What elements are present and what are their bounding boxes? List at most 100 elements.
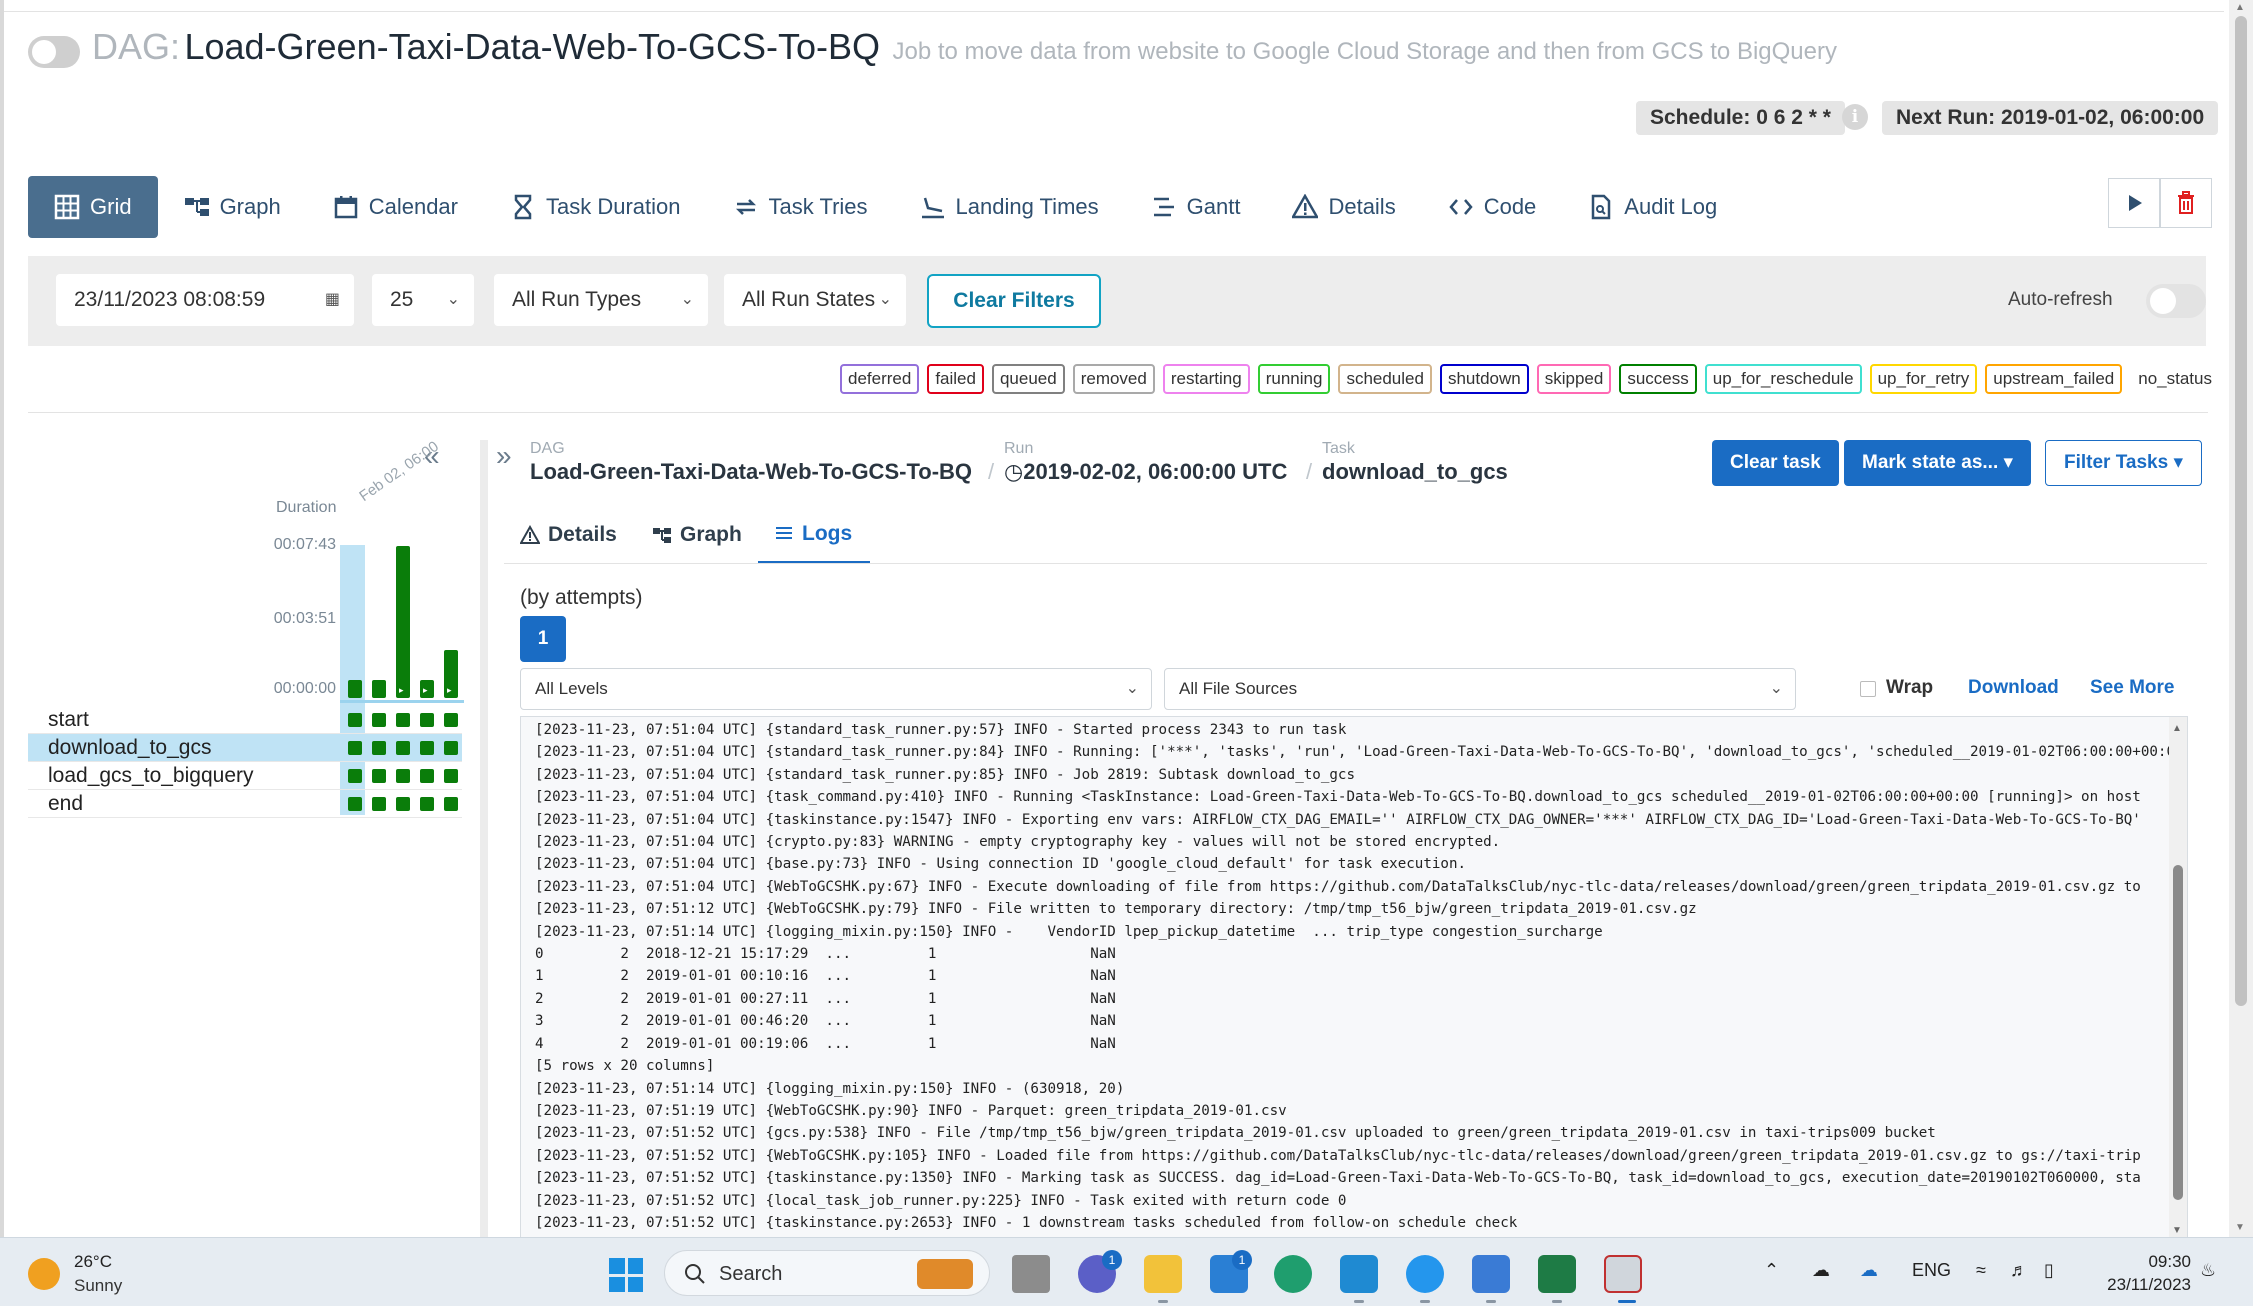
tab-details[interactable]: Details [504, 506, 633, 564]
delete-dag-button[interactable] [2160, 178, 2212, 228]
task-view-icon[interactable] [1012, 1255, 1050, 1293]
state-badge-shutdown[interactable]: shutdown [1439, 364, 1529, 394]
mark-state-button[interactable]: Mark state as... ▾ [1844, 440, 2032, 486]
notepad-icon[interactable] [1472, 1255, 1510, 1293]
run-type-select[interactable]: All Run Types ⌄ [494, 274, 708, 326]
task-instance-cell[interactable] [396, 713, 410, 727]
run-duration-bar[interactable] [348, 680, 362, 698]
scroll-up-icon[interactable]: ▲ [2235, 2, 2245, 13]
page-scroll-thumb[interactable] [2235, 16, 2247, 1006]
task-instance-cell[interactable] [396, 741, 410, 755]
battery-icon[interactable]: ▯ [2044, 1260, 2054, 1281]
task-instance-cell[interactable] [372, 713, 386, 727]
edge-icon[interactable] [1274, 1255, 1312, 1293]
state-badge-failed[interactable]: failed [927, 364, 984, 394]
state-badge-skipped[interactable]: skipped [1536, 364, 1612, 394]
sun-icon[interactable] [28, 1258, 60, 1290]
docker-icon[interactable] [1406, 1255, 1444, 1293]
tab-details[interactable]: Details [1266, 176, 1421, 238]
run-crumb[interactable]: ◷2019-02-02, 06:00:00 UTC [1004, 459, 1287, 485]
tab-code[interactable]: Code [1422, 176, 1563, 238]
tab-logs[interactable]: Logs [758, 506, 870, 564]
state-badge-up-for-retry[interactable]: up_for_retry [1869, 364, 1978, 394]
log-level-select[interactable]: All Levels ⌄ [520, 668, 1152, 710]
clear-task-button[interactable]: Clear task [1712, 440, 1839, 486]
state-badge-upstream-failed[interactable]: upstream_failed [1985, 364, 2123, 394]
wrap-checkbox[interactable] [1860, 681, 1876, 697]
state-badge-restarting[interactable]: restarting [1162, 364, 1250, 394]
task-instance-cell[interactable] [444, 797, 458, 811]
scroll-down-icon[interactable]: ▼ [2235, 1222, 2245, 1233]
task-instance-cell[interactable] [372, 769, 386, 783]
tab-graph[interactable]: Graph [158, 176, 307, 238]
task-instance-cell[interactable] [348, 713, 362, 727]
run-state-select[interactable]: All Run States ⌄ [724, 274, 906, 326]
task-instance-cell[interactable] [444, 769, 458, 783]
auto-refresh-toggle[interactable] [2146, 284, 2206, 318]
cloud-warning-icon[interactable]: ☁ [1812, 1260, 1830, 1281]
onedrive-icon[interactable]: ☁ [1860, 1260, 1878, 1281]
vscode-icon[interactable] [1340, 1255, 1378, 1293]
scroll-up-icon[interactable]: ▲ [2172, 723, 2182, 734]
chevron-up-icon[interactable]: ⌃ [1764, 1260, 1779, 1281]
scroll-thumb[interactable] [2173, 865, 2183, 1200]
task-instance-cell[interactable] [444, 741, 458, 755]
state-badge-running[interactable]: running [1257, 364, 1331, 394]
run-duration-bar[interactable]: ▸ [444, 650, 458, 698]
task-instance-cell[interactable] [372, 741, 386, 755]
panel-resizer[interactable] [480, 440, 488, 1237]
state-badge-removed[interactable]: removed [1072, 364, 1155, 394]
page-scrollbar[interactable]: ▲ ▼ [2229, 0, 2253, 1237]
tab-gantt[interactable]: Gantt [1125, 176, 1267, 238]
filter-tasks-button[interactable]: Filter Tasks ▾ [2045, 440, 2203, 486]
tab-task-tries[interactable]: Task Tries [707, 176, 894, 238]
expand-details-icon[interactable]: » [496, 440, 512, 472]
dag-pause-toggle[interactable] [28, 36, 80, 68]
task-instance-cell[interactable] [444, 713, 458, 727]
tab-grid[interactable]: Grid [28, 176, 158, 238]
download-log-link[interactable]: Download [1968, 677, 2059, 699]
tab-landing-times[interactable]: Landing Times [894, 176, 1125, 238]
clock[interactable]: 09:30 23/11/2023 [2107, 1250, 2191, 1296]
num-runs-select[interactable]: 25 ⌄ [372, 274, 474, 326]
volume-icon[interactable]: ♬ [2010, 1260, 2028, 1281]
task-instance-cell[interactable] [348, 741, 362, 755]
scroll-down-icon[interactable]: ▼ [2172, 1225, 2182, 1236]
taskbar-search[interactable]: Search [664, 1250, 990, 1296]
windows-start-icon[interactable] [609, 1258, 643, 1292]
see-more-link[interactable]: See More [2090, 677, 2174, 699]
log-viewer[interactable]: [2023-11-23, 07:51:04 UTC] {standard_tas… [520, 716, 2188, 1237]
attempt-button[interactable]: 1 [520, 616, 566, 662]
state-badge-success[interactable]: success [1619, 364, 1697, 394]
task-instance-cell[interactable] [420, 769, 434, 783]
base-date-input[interactable]: 23/11/2023 08:08:59 ▦ [56, 274, 354, 326]
tab-calendar[interactable]: Calendar [307, 176, 484, 238]
excel-icon[interactable] [1538, 1255, 1576, 1293]
state-badge-scheduled[interactable]: scheduled [1338, 364, 1432, 394]
tab-task-duration[interactable]: Task Duration [484, 176, 707, 238]
snipping-tool-icon[interactable] [1604, 1255, 1642, 1293]
bell-icon[interactable]: ♨ [2200, 1260, 2216, 1281]
run-duration-bar[interactable]: ▸ [396, 546, 410, 698]
wifi-icon[interactable]: ≈ [1976, 1260, 1986, 1281]
info-icon[interactable]: i [1842, 104, 1868, 130]
task-instance-cell[interactable] [396, 797, 410, 811]
task-instance-cell[interactable] [420, 741, 434, 755]
dag-crumb-value[interactable]: Load-Green-Taxi-Data-Web-To-GCS-To-BQ [530, 459, 972, 485]
state-badge-queued[interactable]: queued [991, 364, 1065, 394]
task-instance-cell[interactable] [348, 797, 362, 811]
state-badge-no-status[interactable]: no_status [2130, 364, 2220, 394]
run-duration-bar[interactable] [372, 680, 386, 698]
log-scrollbar[interactable]: ▲ ▼ [2169, 717, 2187, 1237]
trigger-dag-button[interactable] [2108, 178, 2160, 228]
state-badge-up-for-reschedule[interactable]: up_for_reschedule [1704, 364, 1862, 394]
task-instance-cell[interactable] [372, 797, 386, 811]
tab-audit-log[interactable]: Audit Log [1562, 176, 1743, 238]
file-explorer-icon[interactable] [1144, 1255, 1182, 1293]
task-instance-cell[interactable] [396, 769, 410, 783]
language-indicator[interactable]: ENG [1912, 1260, 1951, 1281]
state-badge-deferred[interactable]: deferred [840, 364, 920, 394]
file-source-select[interactable]: All File Sources ⌄ [1164, 668, 1796, 710]
task-instance-cell[interactable] [420, 713, 434, 727]
task-instance-cell[interactable] [420, 797, 434, 811]
